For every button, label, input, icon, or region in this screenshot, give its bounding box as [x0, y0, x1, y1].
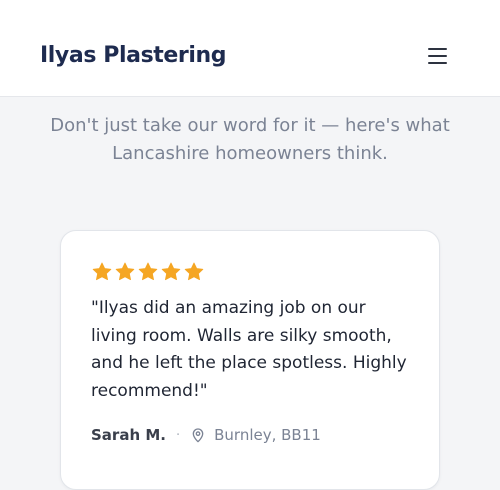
testimonials-intro: Don't just take our word for it — here's…	[50, 115, 450, 164]
review-meta: Sarah M. · Burnley, BB11	[91, 424, 321, 446]
meta-separator: ·	[175, 427, 181, 443]
menu-button[interactable]	[424, 44, 450, 68]
review-card: "Ilyas did an amazing job on our living …	[60, 230, 440, 490]
review-quote: "Ilyas did an amazing job on our living …	[91, 298, 407, 401]
site-header: Ilyas Plastering	[0, 0, 500, 97]
star-icon	[161, 262, 181, 281]
review-location: Burnley, BB11	[214, 426, 321, 444]
hamburger-menu-icon	[428, 48, 447, 64]
star-icon	[184, 262, 204, 281]
map-pin-icon	[192, 428, 204, 443]
star-icon	[115, 262, 135, 281]
brand-logo-text[interactable]: Ilyas Plastering	[40, 42, 227, 70]
star-icon	[138, 262, 158, 281]
star-rating	[91, 261, 205, 283]
review-author: Sarah M.	[91, 426, 166, 444]
star-icon	[92, 262, 112, 281]
